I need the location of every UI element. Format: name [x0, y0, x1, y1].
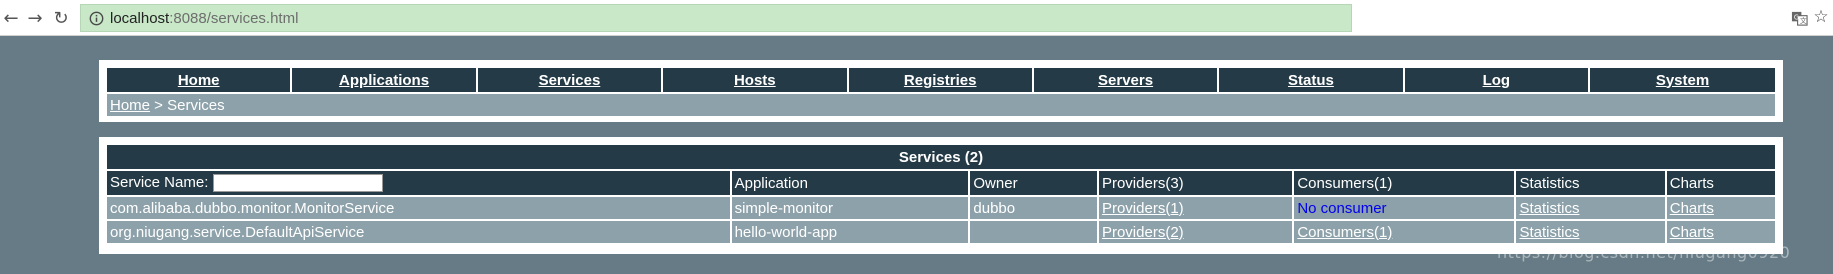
table-row: com.alibaba.dubbo.monitor.MonitorService…: [105, 195, 1778, 221]
menu-row: Home Applications Services Hosts Registr…: [104, 66, 1777, 94]
breadcrumb-row: Home > Services: [105, 92, 1777, 118]
providers-cell: Providers(1): [1096, 195, 1295, 221]
service-name-cell: com.alibaba.dubbo.monitor.MonitorService: [105, 195, 732, 221]
service-name-header: Service Name:: [105, 169, 732, 197]
menu-cell: System: [1588, 66, 1777, 94]
application-cell: simple-monitor: [729, 195, 971, 221]
menu-cell: Applications: [290, 66, 478, 94]
consumers-cell: No consumer: [1292, 195, 1517, 221]
consumers-header: Consumers(1): [1292, 169, 1517, 197]
providers-link[interactable]: Providers(1): [1102, 200, 1184, 217]
charts-header: Charts: [1664, 169, 1778, 197]
statistics-cell: Statistics: [1514, 219, 1667, 245]
services-header-row: Service Name: Application Owner Provider…: [105, 169, 1778, 197]
nav-link-system[interactable]: System: [1656, 72, 1709, 89]
application-cell: hello-world-app: [729, 219, 971, 245]
breadcrumb-separator: >: [150, 96, 168, 114]
table-row: org.niugang.service.DefaultApiService he…: [105, 219, 1778, 245]
providers-cell: Providers(2): [1096, 219, 1295, 245]
nav-link-services[interactable]: Services: [539, 72, 601, 89]
charts-cell: Charts: [1664, 219, 1778, 245]
translate-icon[interactable]: G 文: [1790, 9, 1808, 27]
url-path: :8088/services.html: [169, 9, 299, 27]
statistics-header: Statistics: [1514, 169, 1667, 197]
menu-cell: Registries: [846, 66, 1034, 94]
statistics-cell: Statistics: [1514, 195, 1667, 221]
consumers-cell: Consumers(1): [1292, 219, 1517, 245]
browser-toolbar: ← → ↻ localhost:8088/services.html G 文 ☆: [0, 0, 1833, 36]
service-name-label: Service Name:: [110, 173, 209, 191]
providers-header: Providers(3): [1096, 169, 1295, 197]
services-panel: Services (2) Service Name: Application O…: [99, 137, 1783, 254]
services-title-row: Services (2): [105, 143, 1777, 171]
nav-link-hosts[interactable]: Hosts: [734, 72, 776, 89]
service-name-cell: org.niugang.service.DefaultApiService: [105, 219, 732, 245]
address-bar[interactable]: localhost:8088/services.html: [80, 4, 1352, 32]
owner-header: Owner: [968, 169, 1099, 197]
forward-arrow-icon[interactable]: →: [24, 7, 46, 29]
info-icon[interactable]: [88, 10, 104, 26]
breadcrumb-home-link[interactable]: Home: [110, 97, 150, 114]
nav-panel: Home Applications Services Hosts Registr…: [99, 60, 1783, 122]
services-table: Services (2) Service Name: Application O…: [105, 143, 1778, 245]
nav-link-home[interactable]: Home: [178, 72, 220, 89]
nav-link-status[interactable]: Status: [1288, 72, 1334, 89]
watermark-text: https://blog.csdn.net/niugang0920: [1497, 243, 1791, 262]
statistics-link[interactable]: Statistics: [1519, 200, 1579, 217]
services-title: Services (2): [105, 143, 1777, 171]
owner-cell: [968, 219, 1099, 245]
charts-link[interactable]: Charts: [1670, 200, 1714, 217]
back-arrow-icon[interactable]: ←: [0, 7, 22, 29]
charts-cell: Charts: [1664, 195, 1778, 221]
nav-link-log[interactable]: Log: [1483, 72, 1511, 89]
nav-table: Home Applications Services Hosts Registr…: [104, 66, 1777, 118]
charts-link[interactable]: Charts: [1670, 224, 1714, 241]
menu-cell: Home: [104, 66, 293, 94]
svg-text:G: G: [1793, 13, 1798, 21]
menu-cell: Status: [1217, 66, 1405, 94]
nav-link-applications[interactable]: Applications: [339, 72, 429, 89]
providers-link[interactable]: Providers(2): [1102, 224, 1184, 241]
menu-cell: Servers: [1031, 66, 1220, 94]
no-consumer-text: No consumer: [1297, 199, 1387, 217]
service-name-input[interactable]: [212, 174, 383, 193]
menu-cell: Log: [1402, 66, 1591, 94]
bookmark-star-icon[interactable]: ☆: [1812, 7, 1830, 27]
nav-link-servers[interactable]: Servers: [1098, 72, 1153, 89]
breadcrumb: Home > Services: [105, 92, 1777, 118]
statistics-link[interactable]: Statistics: [1519, 224, 1579, 241]
breadcrumb-current: Services: [167, 96, 225, 114]
svg-text:文: 文: [1799, 16, 1806, 25]
consumers-link[interactable]: Consumers(1): [1297, 224, 1392, 241]
menu-cell: Services: [475, 66, 664, 94]
reload-icon[interactable]: ↻: [50, 7, 72, 29]
url-host: localhost: [110, 9, 170, 27]
nav-link-registries[interactable]: Registries: [904, 72, 977, 89]
menu-cell: Hosts: [661, 66, 849, 94]
application-header: Application: [729, 169, 971, 197]
owner-cell: dubbo: [968, 195, 1099, 221]
